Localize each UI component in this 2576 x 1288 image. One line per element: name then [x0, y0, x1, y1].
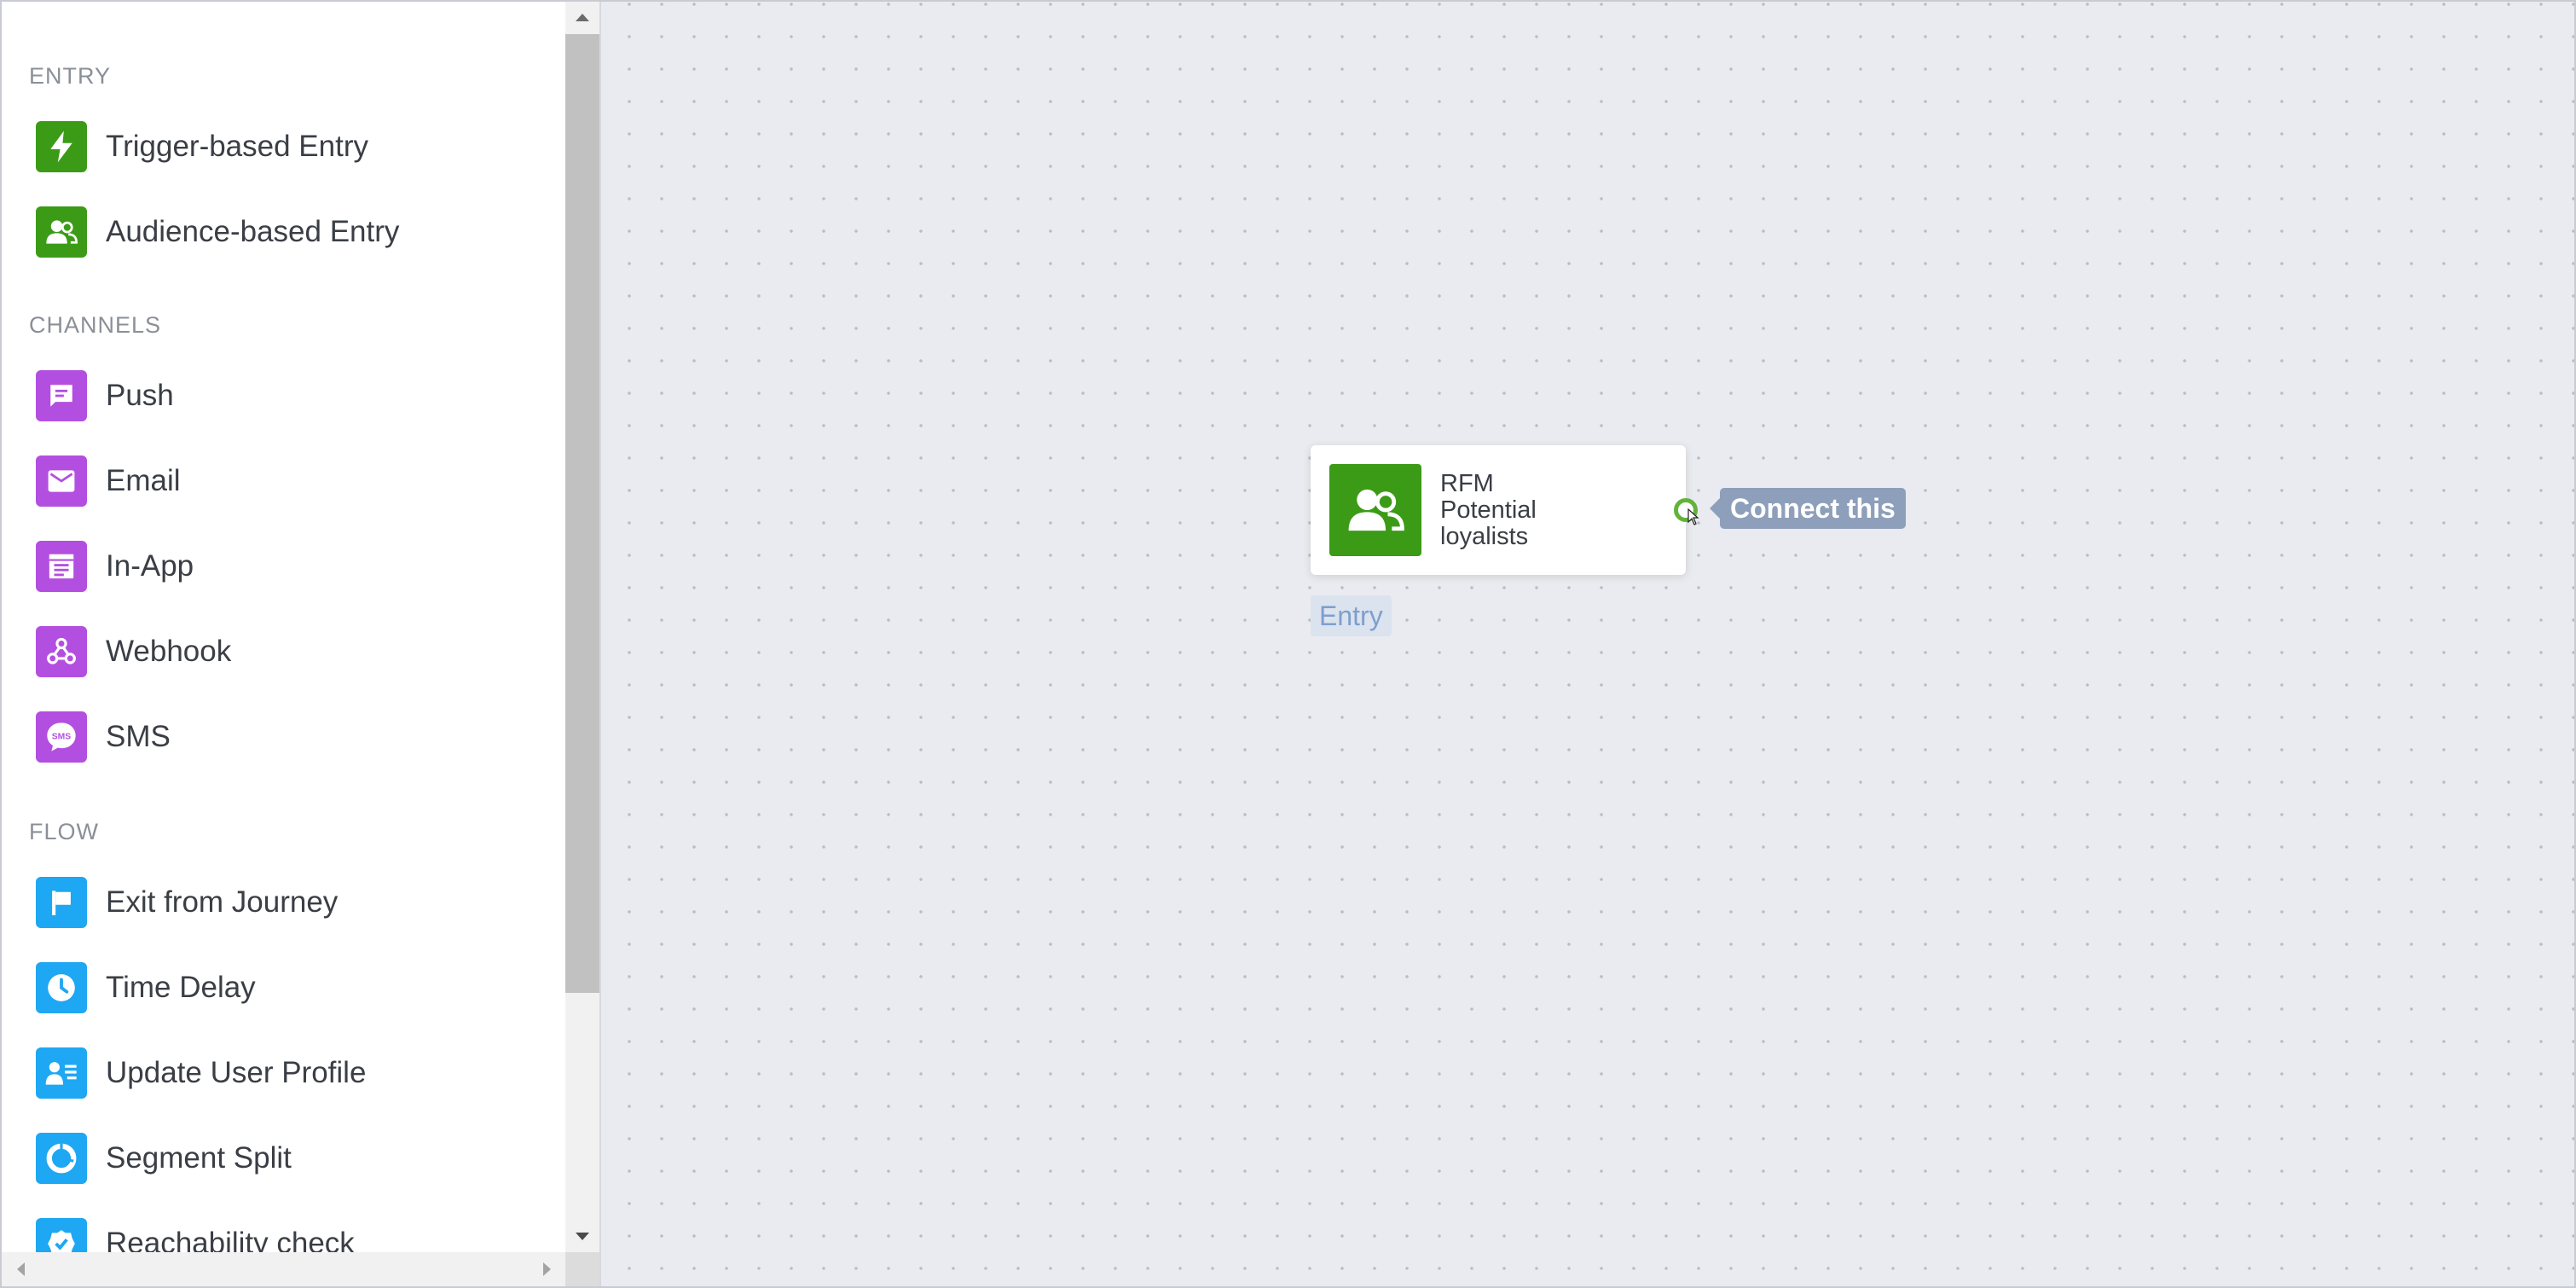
mouse-cursor-icon	[1687, 508, 1699, 530]
palette-item-label: Audience-based Entry	[106, 215, 400, 248]
journey-canvas[interactable]: RFM Potential loyalists Connect this Ent…	[599, 2, 2574, 1286]
palette-item-webhook[interactable]: Webhook	[36, 618, 547, 686]
lightning-icon	[36, 121, 87, 172]
palette-item-exit-from-journey[interactable]: Exit from Journey	[36, 868, 547, 937]
palette-item-label: Update User Profile	[106, 1056, 367, 1089]
scroll-down-arrow-icon[interactable]	[565, 1221, 599, 1252]
palette-item-label: Trigger-based Entry	[106, 130, 368, 163]
component-palette: ENTRY Trigger-based Entry Audience-based…	[2, 2, 565, 1252]
palette-item-push[interactable]: Push	[36, 362, 547, 430]
palette-item-label: Exit from Journey	[106, 885, 339, 919]
scrollbar-corner	[565, 1252, 599, 1286]
scroll-right-arrow-icon[interactable]	[532, 1252, 563, 1286]
palette-item-label: Segment Split	[106, 1141, 292, 1175]
webhook-icon	[36, 626, 87, 677]
palette-item-segment-split[interactable]: Segment Split	[36, 1124, 547, 1192]
sidebar-vertical-scrollbar[interactable]	[565, 2, 599, 1252]
node-type-label: Entry	[1311, 595, 1392, 636]
svg-text:SMS: SMS	[52, 733, 71, 742]
palette-item-label: Email	[106, 464, 181, 497]
flag-icon	[36, 877, 87, 928]
section-title-flow: FLOW	[29, 819, 99, 844]
envelope-icon	[36, 455, 87, 507]
check-badge-icon	[36, 1218, 87, 1252]
palette-item-sms[interactable]: SMS SMS	[36, 703, 547, 771]
palette-item-audience-based-entry[interactable]: Audience-based Entry	[36, 198, 547, 266]
palette-item-label: Reachability check	[106, 1227, 355, 1252]
section-title-channels: CHANNELS	[29, 312, 162, 338]
scrollbar-thumb[interactable]	[565, 34, 599, 993]
node-title: RFM Potential loyalists	[1440, 471, 1577, 550]
users-icon	[36, 206, 87, 258]
node-title-line: loyalists	[1440, 523, 1529, 550]
palette-item-label: In-App	[106, 549, 194, 583]
journey-node-entry[interactable]: RFM Potential loyalists	[1311, 445, 1698, 575]
message-icon	[36, 370, 87, 421]
sms-icon: SMS	[36, 711, 87, 763]
section-title-entry: ENTRY	[29, 63, 112, 89]
scroll-left-arrow-icon[interactable]	[5, 1252, 36, 1286]
palette-item-reachability-check[interactable]: Reachability check	[36, 1210, 547, 1252]
clock-icon	[36, 962, 87, 1013]
palette-item-time-delay[interactable]: Time Delay	[36, 954, 547, 1022]
sidebar-horizontal-scrollbar[interactable]	[2, 1252, 565, 1286]
node-title-line: RFM	[1440, 470, 1494, 497]
palette-item-trigger-based-entry[interactable]: Trigger-based Entry	[36, 113, 547, 181]
palette-item-label: SMS	[106, 720, 171, 753]
users-icon	[1329, 464, 1421, 556]
palette-item-in-app[interactable]: In-App	[36, 532, 547, 600]
palette-item-label: Webhook	[106, 635, 232, 668]
palette-item-update-user-profile[interactable]: Update User Profile	[36, 1039, 547, 1107]
pie-chart-icon	[36, 1133, 87, 1184]
palette-item-label: Push	[106, 379, 174, 412]
user-profile-icon	[36, 1047, 87, 1099]
node-title-line: Potential	[1440, 496, 1537, 524]
palette-item-label: Time Delay	[106, 971, 256, 1004]
in-app-icon	[36, 541, 87, 592]
connect-tooltip: Connect this	[1710, 488, 1906, 529]
palette-item-email[interactable]: Email	[36, 447, 547, 515]
scroll-up-arrow-icon[interactable]	[565, 2, 599, 32]
